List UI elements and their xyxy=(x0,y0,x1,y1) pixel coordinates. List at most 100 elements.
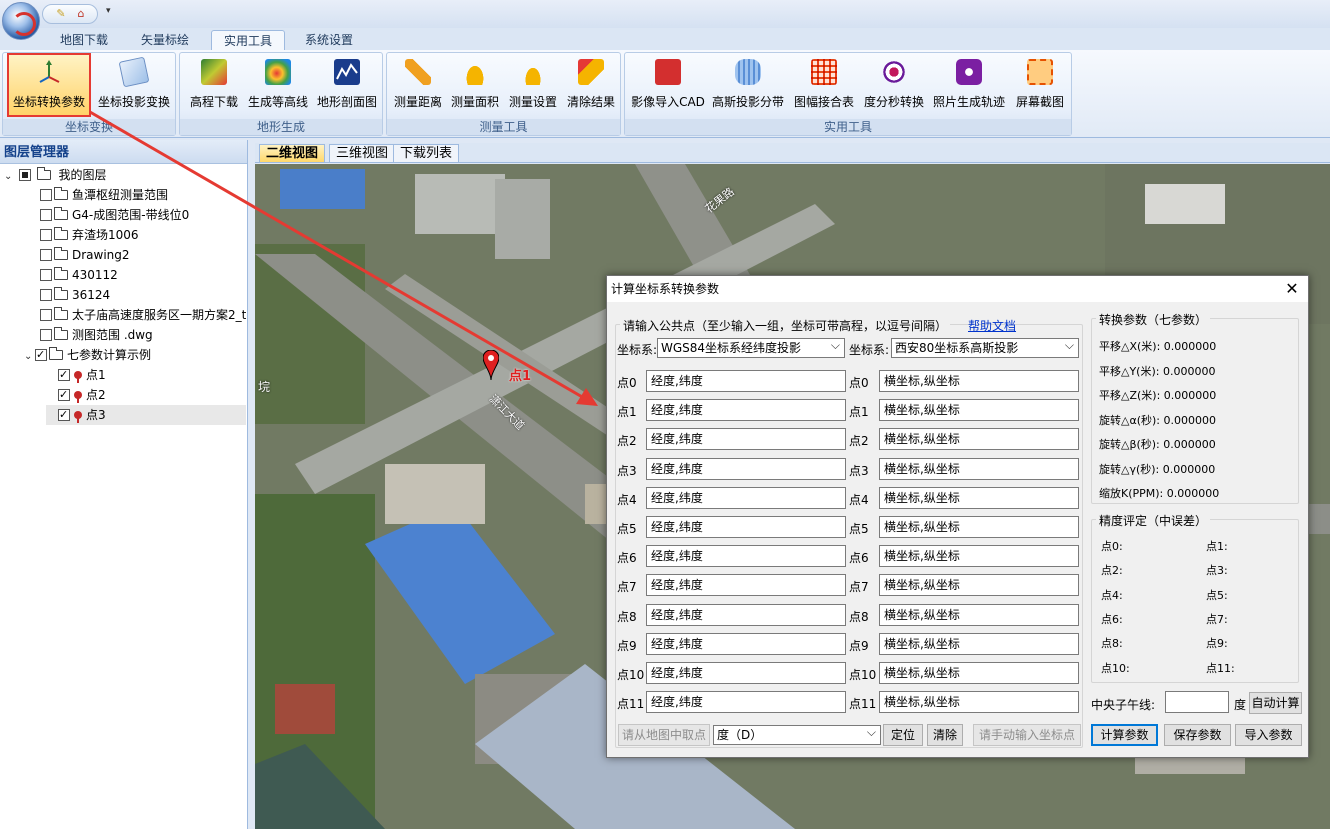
home-icon[interactable]: ⌂ xyxy=(73,7,89,21)
layer-checkbox[interactable] xyxy=(40,189,52,201)
layer-item[interactable]: 430112 xyxy=(40,265,118,285)
tab-2d-view[interactable]: 二维视图 xyxy=(259,144,326,162)
src-point-input[interactable]: 经度,纬度 xyxy=(646,632,846,655)
src-coord-select[interactable]: WGS84坐标系经纬度投影 xyxy=(657,338,845,358)
layer-checkbox[interactable] xyxy=(40,309,52,321)
tab-system-settings[interactable]: 系统设置 xyxy=(293,30,365,50)
locate-button[interactable]: 定位 xyxy=(883,724,923,746)
layer-item[interactable]: 测图范围 .dwg xyxy=(40,325,153,345)
src-point-input[interactable]: 经度,纬度 xyxy=(646,428,846,451)
tab-utilities[interactable]: 实用工具 xyxy=(211,30,286,50)
tab-3d-view[interactable]: 三维视图 xyxy=(329,144,396,162)
tree-root[interactable]: ⌄ 我的图层 xyxy=(4,165,107,185)
close-icon[interactable]: ✕ xyxy=(1284,276,1300,302)
point-checkbox[interactable] xyxy=(58,385,70,405)
dst-point-input[interactable]: 横坐标,纵坐标 xyxy=(879,632,1079,655)
coord-transform-params-button[interactable]: 坐标转换参数 xyxy=(7,53,91,117)
meridian-input[interactable] xyxy=(1165,691,1229,713)
dst-point-input[interactable]: 横坐标,纵坐标 xyxy=(879,574,1079,597)
unit-select[interactable]: 度（D） xyxy=(713,725,881,745)
collapse-icon[interactable]: ⌄ xyxy=(24,347,35,367)
src-point-input[interactable]: 经度,纬度 xyxy=(646,662,846,684)
layer-label: 测图范围 .dwg xyxy=(72,328,153,342)
layer-label: 太子庙高速度服务区一期方案2_t xyxy=(72,308,246,322)
clear-button[interactable]: 清除 xyxy=(927,724,963,746)
src-point-input[interactable]: 经度,纬度 xyxy=(646,399,846,422)
dst-point-input[interactable]: 横坐标,纵坐标 xyxy=(879,516,1079,538)
tab-download-list[interactable]: 下载列表 xyxy=(393,144,460,162)
tab-vector-plot[interactable]: 矢量标绘 xyxy=(129,30,201,50)
layer-item[interactable]: 弃渣场1006 xyxy=(40,225,139,245)
image-to-cad-button[interactable]: 影像导入CAD xyxy=(629,55,707,115)
tab-map-download[interactable]: 地图下载 xyxy=(48,30,120,50)
layer-checkbox[interactable] xyxy=(40,249,52,261)
gauss-zone-button[interactable]: 高斯投影分带 xyxy=(709,55,787,115)
map-edge-label: 垸 xyxy=(258,380,271,394)
point-item[interactable]: 点2 xyxy=(58,385,106,405)
point-checkbox[interactable] xyxy=(58,405,70,425)
dst-coord-select[interactable]: 西安80坐标系高斯投影 xyxy=(891,338,1079,358)
import-params-button[interactable]: 导入参数 xyxy=(1235,724,1302,746)
dst-point-input[interactable]: 横坐标,纵坐标 xyxy=(879,399,1079,422)
accuracy-label: 点10: xyxy=(1101,661,1130,675)
terrain-profile-button[interactable]: 地形剖面图 xyxy=(312,55,382,115)
manual-input-button[interactable]: 请手动输入坐标点 xyxy=(973,724,1081,746)
map-index-button[interactable]: 图幅接合表 xyxy=(789,55,859,115)
photo-track-button[interactable]: 照片生成轨迹 xyxy=(929,55,1009,115)
dms-convert-button[interactable]: 度分秒转换 xyxy=(861,55,927,115)
quick-access-dropdown-icon[interactable]: ▾ xyxy=(106,6,111,16)
dst-point-input[interactable]: 横坐标,纵坐标 xyxy=(879,457,1079,480)
param-row: 缩放K(PPM): 0.000000 xyxy=(1099,485,1219,501)
measure-area-button[interactable]: 测量面积 xyxy=(447,55,503,115)
src-point-input[interactable]: 经度,纬度 xyxy=(646,486,846,509)
checkbox-root[interactable] xyxy=(18,169,31,181)
src-point-input[interactable]: 经度,纬度 xyxy=(646,545,846,568)
point-item-selected[interactable]: 点3 xyxy=(46,405,246,425)
auto-calc-button[interactable]: 自动计算 xyxy=(1249,692,1302,714)
layer-checkbox[interactable] xyxy=(40,229,52,241)
src-point-input[interactable]: 经度,纬度 xyxy=(646,574,846,597)
layer-item[interactable]: G4-成图范围-带线位0 xyxy=(40,205,189,225)
layer-checkbox[interactable] xyxy=(40,329,52,341)
src-point-input[interactable]: 经度,纬度 xyxy=(646,603,846,626)
layer-checkbox[interactable] xyxy=(40,269,52,281)
app-menu-orb-icon[interactable] xyxy=(2,2,40,40)
coord-projection-button[interactable]: 坐标投影变换 xyxy=(93,55,175,115)
dst-point-input[interactable]: 横坐标,纵坐标 xyxy=(879,486,1079,509)
clear-results-button[interactable]: 清除结果 xyxy=(563,55,619,115)
contour-button[interactable]: 生成等高线 xyxy=(244,55,312,115)
point-item[interactable]: 点1 xyxy=(58,365,106,385)
dst-point-input[interactable]: 横坐标,纵坐标 xyxy=(879,370,1079,392)
open-icon[interactable]: ✎ xyxy=(53,7,69,21)
pick-from-map-button[interactable]: 请从地图中取点 xyxy=(618,724,710,746)
src-point-input[interactable]: 经度,纬度 xyxy=(646,457,846,480)
map-pin-icon xyxy=(483,350,499,380)
layer-item[interactable]: 鱼潭枢纽测量范围 xyxy=(40,185,168,205)
point-checkbox[interactable] xyxy=(58,365,70,385)
help-link[interactable]: 帮助文档 xyxy=(968,317,1016,334)
example-group[interactable]: ⌄ 七参数计算示例 xyxy=(24,345,151,365)
param-value: 0.000000 xyxy=(1162,364,1216,378)
dst-point-input[interactable]: 横坐标,纵坐标 xyxy=(879,691,1079,714)
measure-settings-button[interactable]: 测量设置 xyxy=(503,55,563,115)
elevation-download-button[interactable]: 高程下载 xyxy=(184,55,244,115)
measure-distance-button[interactable]: 测量距离 xyxy=(389,55,447,115)
layer-item[interactable]: 36124 xyxy=(40,285,110,305)
dst-point-input[interactable]: 横坐标,纵坐标 xyxy=(879,662,1079,684)
layer-item[interactable]: 太子庙高速度服务区一期方案2_t xyxy=(40,305,246,325)
layer-checkbox[interactable] xyxy=(40,289,52,301)
src-point-input[interactable]: 经度,纬度 xyxy=(646,691,846,714)
screenshot-button[interactable]: 屏幕截图 xyxy=(1011,55,1069,115)
layer-checkbox[interactable] xyxy=(40,209,52,221)
collapse-icon[interactable]: ⌄ xyxy=(4,167,15,187)
layer-item[interactable]: Drawing2 xyxy=(40,245,130,265)
src-point-input[interactable]: 经度,纬度 xyxy=(646,516,846,538)
dst-point-input[interactable]: 横坐标,纵坐标 xyxy=(879,603,1079,626)
accuracy-label: 点7: xyxy=(1206,612,1228,626)
src-point-input[interactable]: 经度,纬度 xyxy=(646,370,846,392)
dst-point-input[interactable]: 横坐标,纵坐标 xyxy=(879,545,1079,568)
calc-params-button[interactable]: 计算参数 xyxy=(1091,724,1158,746)
dst-point-input[interactable]: 横坐标,纵坐标 xyxy=(879,428,1079,451)
layer-checkbox[interactable] xyxy=(35,345,47,365)
save-params-button[interactable]: 保存参数 xyxy=(1164,724,1231,746)
